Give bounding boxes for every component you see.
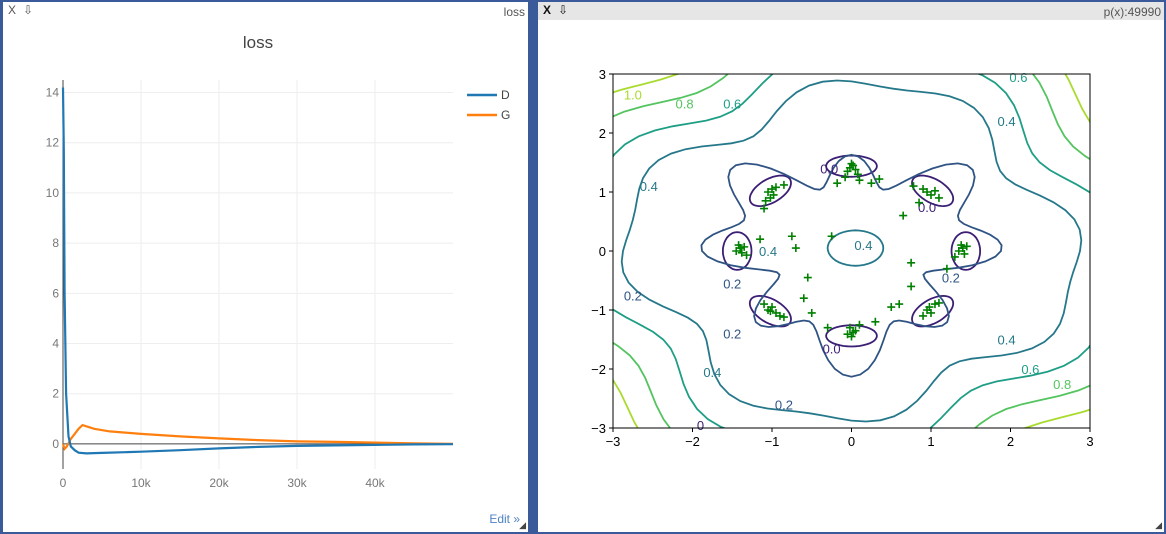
- plot-frame: [612, 73, 1091, 429]
- contour-label: 0.6: [723, 97, 741, 112]
- sample-point: [771, 183, 780, 192]
- sample-point: [756, 235, 765, 244]
- contour-label: 0.4: [997, 114, 1015, 129]
- x-tick-label: −2: [685, 434, 700, 449]
- sample-point: [907, 258, 916, 267]
- resize-handle-icon[interactable]: ◢: [1155, 521, 1162, 531]
- contour-label: 0.2: [624, 288, 642, 303]
- sample-point: [760, 300, 769, 309]
- contour-label: 1.0: [624, 88, 642, 103]
- contour-label: 0.4: [997, 333, 1015, 348]
- x-tick-label: 30k: [287, 476, 307, 490]
- sample-point: [907, 282, 916, 291]
- x-tick-label: 3: [1086, 434, 1093, 449]
- x-tick-label: −1: [765, 434, 780, 449]
- y-tick-label: 6: [52, 286, 59, 300]
- y-tick-label: −3: [591, 421, 606, 436]
- sample-point: [799, 294, 808, 303]
- sample-point: [895, 300, 904, 309]
- sample-point: [887, 303, 896, 312]
- contour-label: 0.4: [759, 244, 777, 259]
- edit-link[interactable]: Edit »: [489, 512, 520, 526]
- contour-label: 0: [697, 418, 704, 433]
- sample-point: [847, 159, 856, 168]
- sample-point: [871, 317, 880, 326]
- sample-point: [934, 193, 943, 202]
- sample-point: [855, 176, 864, 185]
- chart-title: loss: [243, 33, 273, 52]
- sample-point: [787, 232, 796, 241]
- y-tick-label: 10: [46, 186, 60, 200]
- sample-point: [899, 211, 908, 220]
- y-tick-label: 2: [599, 126, 606, 141]
- y-tick-label: 1: [599, 185, 606, 200]
- x-tick-label: −3: [606, 434, 621, 449]
- contour-label: 0.4: [854, 238, 872, 253]
- x-tick-label: 20k: [209, 476, 229, 490]
- x-tick-label: 1: [927, 434, 934, 449]
- contour-label: 0.2: [723, 327, 741, 342]
- sample-point: [833, 179, 842, 188]
- loss-window: X ⇩ loss loss 0 10k 20k 30k 40k 0 2 4 6 8 10 12 14 D G …: [3, 2, 528, 532]
- contour-label: 0.6: [1009, 70, 1027, 85]
- x-tick-label: 10k: [131, 476, 151, 490]
- sample-point: [791, 244, 800, 253]
- sample-point: [803, 273, 812, 282]
- y-tick-label: −2: [591, 362, 606, 377]
- contour-label: 0.2: [942, 271, 960, 286]
- sample-point: [867, 179, 876, 188]
- y-tick-label: 2: [52, 387, 59, 401]
- sample-point: [807, 308, 816, 317]
- contour-label: 0.6: [1021, 362, 1039, 377]
- density-window: X ⇩ p(x):49990 1.0 0.8 0.6 0.4 0.0 0.0 0.6 0.4 0…: [538, 2, 1164, 532]
- sample-point: [779, 313, 788, 322]
- contour-label: 0.4: [703, 365, 721, 380]
- y-tick-label: 0: [599, 244, 606, 259]
- sample-point: [855, 320, 864, 329]
- contour-0.4: [620, 79, 1083, 423]
- contour-label: 0.8: [676, 97, 694, 112]
- sample-point: [930, 186, 939, 195]
- density-contour-chart: 1.0 0.8 0.6 0.4 0.0 0.0 0.6 0.4 0.4 0.4 0.2 0.2 0.2 0…: [591, 67, 1093, 449]
- x-tick-label: 0: [60, 476, 67, 490]
- y-tick-label: 14: [46, 86, 60, 100]
- legend-label-G: G: [501, 108, 510, 122]
- sample-point: [827, 232, 836, 241]
- contour-label: 0.0: [823, 341, 841, 356]
- contour-label: 0.8: [1053, 377, 1071, 392]
- x-tick-label: 40k: [365, 476, 385, 490]
- loss-chart[interactable]: loss 0 10k 20k 30k 40k 0 2 4 6 8 10 12 14 DG: [3, 2, 528, 532]
- y-tick-label: 8: [52, 236, 59, 250]
- sample-point: [919, 311, 928, 320]
- resize-handle-icon[interactable]: ◢: [519, 521, 526, 531]
- contour-label: 0.4: [640, 179, 658, 194]
- y-tick-label: 0: [52, 437, 59, 451]
- x-tick-label: 0: [848, 434, 855, 449]
- sample-point: [779, 180, 788, 189]
- contour-label: 0.2: [775, 397, 793, 412]
- y-tick-label: −1: [591, 303, 606, 318]
- legend-label-D: D: [501, 88, 510, 102]
- y-tick-label: 12: [46, 136, 60, 150]
- contour-label: 0.2: [723, 276, 741, 291]
- sample-point: [909, 182, 918, 191]
- contour-label: 0.0: [820, 161, 838, 176]
- x-tick-label: 2: [1007, 434, 1014, 449]
- y-tick-label: 3: [599, 67, 606, 82]
- contour-0.6: [613, 74, 1090, 428]
- y-tick-label: 4: [52, 337, 59, 351]
- sample-point: [962, 242, 971, 251]
